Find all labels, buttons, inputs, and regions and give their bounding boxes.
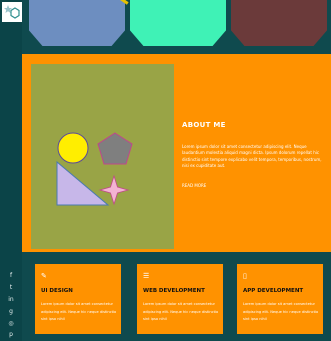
- service-card-app-development[interactable]: ▯ APP DEVELOPMENT Lorem ipsum dolor sit …: [237, 264, 323, 334]
- shapes-illustration: [56, 132, 133, 206]
- twitter-icon[interactable]: t: [0, 283, 22, 293]
- sidebar: f t in g ◎ p: [0, 0, 22, 341]
- portfolio-tile-green[interactable]: [130, 0, 226, 46]
- phone-icon: ▯: [243, 272, 247, 280]
- list-icon: ☰: [143, 272, 150, 280]
- service-card-web-development[interactable]: ☰ WEB DEVELOPMENT Lorem ipsum dolor sit …: [137, 264, 223, 334]
- logo-icon: [4, 5, 20, 19]
- about-title: ABOUT ME: [182, 121, 226, 129]
- service-card-ui-design[interactable]: ✎ UI DESIGN Lorem ipsum dolor sit amet c…: [35, 264, 121, 334]
- pinterest-icon[interactable]: p: [0, 330, 22, 340]
- instagram-icon[interactable]: ◎: [0, 319, 22, 329]
- read-more-link[interactable]: READ MORE: [182, 183, 206, 188]
- portfolio-tile-maroon[interactable]: [231, 0, 327, 46]
- service-description: Lorem ipsum dolor sit amet consectetur a…: [143, 302, 219, 321]
- facebook-icon[interactable]: f: [0, 271, 22, 281]
- logo[interactable]: [2, 2, 22, 22]
- about-illustration: [31, 64, 174, 249]
- page: f t in g ◎ p ABOUT ME Lorem ipsum dolor …: [0, 0, 331, 341]
- service-title: UI DESIGN: [41, 288, 73, 294]
- service-title: APP DEVELOPMENT: [243, 288, 304, 294]
- service-description: Lorem ipsum dolor sit amet consectetur a…: [243, 302, 319, 321]
- about-section: ABOUT ME Lorem ipsum dolor sit amet cons…: [22, 54, 331, 252]
- service-title: WEB DEVELOPMENT: [143, 288, 205, 294]
- about-body: Lorem ipsum dolor sit amet consectetur a…: [182, 144, 322, 168]
- portfolio-tile-blue[interactable]: [29, 0, 125, 46]
- google-plus-icon[interactable]: g: [0, 307, 22, 317]
- linkedin-icon[interactable]: in: [0, 295, 22, 305]
- service-description: Lorem ipsum dolor sit amet consectetur a…: [41, 302, 117, 321]
- pencil-icon: ✎: [41, 272, 47, 280]
